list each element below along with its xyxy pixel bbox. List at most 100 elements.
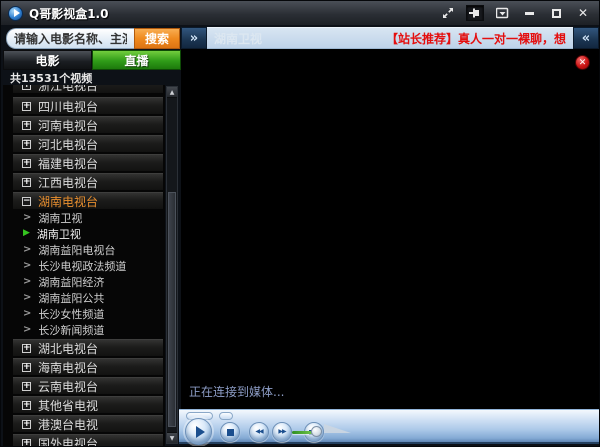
expand-icon[interactable]: + xyxy=(22,101,31,111)
chevron-icon: > xyxy=(23,275,32,287)
now-playing-title: 湖南卫视 xyxy=(214,31,263,46)
expand-icon[interactable]: + xyxy=(22,381,31,391)
window-title: Q哥影视盒1.0 xyxy=(29,6,109,21)
channel-item-row-playing[interactable]: ▶ 湖南卫视 xyxy=(13,226,163,241)
expand-icon[interactable]: + xyxy=(22,343,31,353)
channel-label: 湖南卫视 xyxy=(36,227,81,241)
video-count-label: 共13531个视频 xyxy=(10,72,93,85)
search-bar: 搜索 xyxy=(6,28,180,49)
window-controls: ✕ xyxy=(439,5,592,21)
channel-group-row[interactable]: + 福建电视台 xyxy=(13,154,163,171)
seek-slider-piece[interactable] xyxy=(219,412,233,420)
title-bar[interactable]: Q哥影视盒1.0 ✕ xyxy=(1,1,599,25)
video-display-area: ✕ 正在连接到媒体... xyxy=(181,49,599,409)
ad-close-button[interactable]: ✕ xyxy=(575,55,590,70)
channel-group-row[interactable]: + 其他省电视 xyxy=(13,396,163,413)
expand-icon[interactable]: + xyxy=(22,419,31,429)
expand-icon[interactable]: + xyxy=(22,85,31,90)
fullscreen-button[interactable] xyxy=(439,5,457,21)
channel-group-row[interactable]: + 国外电视台 xyxy=(13,434,163,446)
channel-label: 其他省电视 xyxy=(38,398,99,413)
channel-label: 湖南电视台 xyxy=(38,194,99,209)
channel-label: 国外电视台 xyxy=(38,436,99,447)
panel-expand-button[interactable]: » xyxy=(181,27,207,49)
expand-icon[interactable]: + xyxy=(22,362,31,372)
close-icon: ✕ xyxy=(577,6,589,20)
video-top-bar: » 湖南卫视 【站长推荐】真人一对一裸聊，想 « xyxy=(181,27,599,49)
channel-label: 长沙电视政法频道 xyxy=(38,259,127,273)
channel-label: 河南电视台 xyxy=(38,118,99,133)
volume-wedge-icon xyxy=(324,424,351,433)
channel-label: 福建电视台 xyxy=(38,156,99,171)
pin-on-top-button[interactable] xyxy=(466,5,484,21)
dropdown-box-icon xyxy=(495,7,508,19)
channel-group-row[interactable]: + 港澳台电视 xyxy=(13,415,163,432)
channel-group-row[interactable]: + 四川电视台 xyxy=(13,97,163,114)
scroll-up-button[interactable]: ▲ xyxy=(167,87,177,98)
channel-group-row[interactable]: + 浙江电视台 xyxy=(13,85,163,93)
search-input[interactable] xyxy=(6,28,134,49)
connection-status-text: 正在连接到媒体... xyxy=(189,385,285,399)
channel-group-row[interactable]: + 云南电视台 xyxy=(13,377,163,394)
expand-icon[interactable]: + xyxy=(22,438,31,446)
channel-group-row[interactable]: + 湖北电视台 xyxy=(13,339,163,356)
channel-item-row[interactable]: > 湖南卫视 xyxy=(13,210,163,225)
scroll-down-button[interactable]: ▼ xyxy=(167,432,177,443)
list-scrollbar[interactable]: ▲ ▼ xyxy=(166,86,178,444)
channel-item-row[interactable]: > 长沙女性频道 xyxy=(13,306,163,321)
channel-group-row[interactable]: + 江西电视台 xyxy=(13,173,163,190)
expand-icon[interactable]: + xyxy=(22,158,31,168)
close-button[interactable]: ✕ xyxy=(574,5,592,21)
marquee-bar: 湖南卫视 【站长推荐】真人一对一裸聊，想 xyxy=(207,27,573,49)
chevron-icon: > xyxy=(23,211,32,223)
channel-item-row[interactable]: > 湖南益阳经济 xyxy=(13,274,163,289)
channel-label: 湖南益阳经济 xyxy=(38,275,105,289)
tab-live[interactable]: 直播 xyxy=(92,50,181,70)
channel-label: 长沙女性频道 xyxy=(38,307,105,321)
expand-icon[interactable]: + xyxy=(22,177,31,187)
channel-group-row-expanded[interactable]: − 湖南电视台 xyxy=(13,192,163,209)
collapse-icon[interactable]: − xyxy=(22,196,31,206)
maximize-button[interactable] xyxy=(547,5,565,21)
expand-arrows-icon xyxy=(443,8,453,18)
expand-icon[interactable]: + xyxy=(22,400,31,410)
channel-item-row[interactable]: > 湖南益阳公共 xyxy=(13,290,163,305)
chevron-icon: > xyxy=(23,243,32,255)
search-button[interactable]: 搜索 xyxy=(134,28,180,49)
channel-group-row[interactable]: + 河北电视台 xyxy=(13,135,163,152)
previous-button[interactable]: ◀◀ xyxy=(249,422,269,442)
chevron-icon: > xyxy=(23,259,32,271)
stop-button[interactable] xyxy=(220,422,240,442)
expand-icon[interactable]: + xyxy=(22,139,31,149)
maximize-icon xyxy=(551,8,561,18)
app-window: Q哥影视盒1.0 ✕ 请输入电影名称、主演 搜索 电影 直播 共13531个视频… xyxy=(0,0,600,447)
panel-collapse-button[interactable]: « xyxy=(573,27,599,49)
scrollbar-thumb[interactable] xyxy=(168,192,176,427)
skin-menu-button[interactable] xyxy=(493,5,511,21)
channel-item-row[interactable]: > 湖南益阳电视台 xyxy=(13,242,163,257)
channel-label: 海南电视台 xyxy=(38,360,99,375)
next-button[interactable]: ▶▶ xyxy=(272,422,292,442)
list-item-clipped: + 浙江电视台 xyxy=(3,85,165,95)
promo-marquee-text[interactable]: 【站长推荐】真人一对一裸聊，想 xyxy=(386,30,566,47)
next-icon: ▶▶ xyxy=(278,428,286,435)
channel-group-row[interactable]: + 海南电视台 xyxy=(13,358,163,375)
channel-item-row[interactable]: > 长沙电视政法频道 xyxy=(13,258,163,273)
tab-movies[interactable]: 电影 xyxy=(3,50,92,70)
channel-label: 湖南卫视 xyxy=(38,211,83,225)
channel-label: 四川电视台 xyxy=(38,99,99,114)
volume-slider-thumb[interactable] xyxy=(311,426,322,437)
chevron-icon: > xyxy=(23,307,32,319)
play-icon xyxy=(195,425,205,438)
channel-group-row[interactable]: + 河南电视台 xyxy=(13,116,163,133)
minimize-button[interactable] xyxy=(520,5,538,21)
channel-label: 河北电视台 xyxy=(38,137,99,152)
expand-icon[interactable]: + xyxy=(22,120,31,130)
channel-label: 湖南益阳公共 xyxy=(38,291,105,305)
pushpin-icon xyxy=(469,8,479,18)
channel-label: 港澳台电视 xyxy=(38,417,99,432)
channel-item-row[interactable]: > 长沙新闻频道 xyxy=(13,322,163,337)
channel-label: 湖北电视台 xyxy=(38,341,99,356)
play-button[interactable] xyxy=(185,418,212,445)
minimize-icon xyxy=(524,11,534,15)
